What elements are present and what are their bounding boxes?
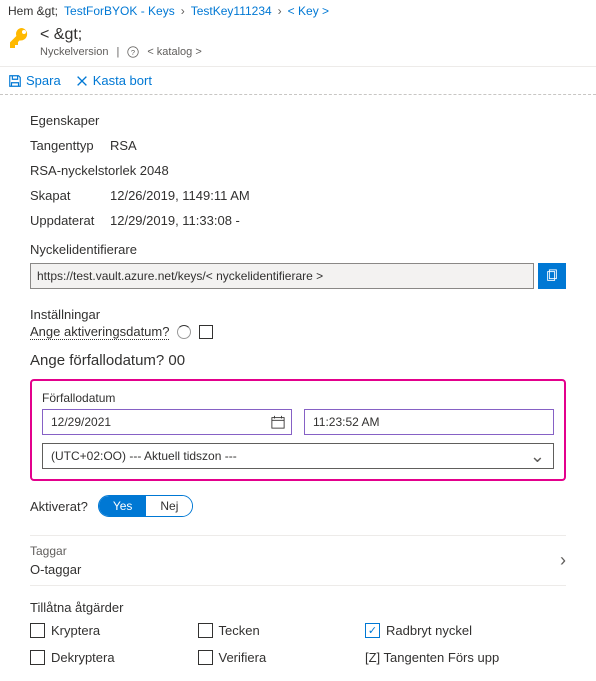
catalog-label: < katalog > (147, 46, 201, 58)
expiration-date-value: 12/29/2021 (43, 415, 265, 429)
created-label: Skapat (30, 188, 110, 203)
keytype-value: RSA (110, 138, 137, 153)
save-label: Spara (26, 73, 61, 88)
enabled-label: Aktiverat? (30, 499, 88, 514)
page-header: < &gt; Nyckelversion | ? < katalog > (0, 22, 596, 66)
tags-row[interactable]: Taggar O-taggar › (30, 535, 566, 586)
save-icon (8, 74, 22, 88)
settings-heading: Inställningar (30, 307, 566, 322)
checkbox-icon (198, 650, 213, 665)
enabled-toggle[interactable]: Yes Nej (98, 495, 194, 517)
expiration-time-value: 11:23:52 AM (305, 415, 553, 429)
expiration-question: Ange förfallodatum? 00 (30, 352, 566, 369)
activation-label: Ange aktiveringsdatum? (30, 324, 169, 340)
breadcrumb-item-2[interactable]: TestKey111234 (191, 4, 272, 18)
calendar-icon[interactable] (265, 409, 291, 435)
expiration-time-input[interactable]: 11:23:52 AM (304, 409, 554, 435)
checkbox-icon (198, 623, 213, 638)
spinner-icon (177, 325, 191, 339)
page-subtitle: Nyckelversion (40, 46, 108, 58)
checkbox-icon (30, 650, 45, 665)
keytype-label: Tangenttyp (30, 138, 110, 153)
checkbox-checked-icon (365, 623, 380, 638)
updated-label: Uppdaterat (30, 213, 110, 228)
updated-value: 12/29/2019, 11:33:08 - (110, 213, 240, 228)
page-title: < &gt; (40, 26, 202, 44)
rsa-size: RSA-nyckelstorlek 2048 (30, 163, 169, 178)
kid-label: Nyckelidentifierare (30, 242, 566, 257)
properties-heading: Egenskaper (30, 113, 566, 128)
svg-text:?: ? (131, 48, 135, 57)
expiration-label: Förfallodatum (42, 391, 554, 405)
expiration-highlight: Förfallodatum 12/29/2021 11:23:52 AM (UT… (30, 379, 566, 481)
key-identifier-input[interactable] (30, 263, 534, 289)
toggle-no: Nej (146, 496, 192, 516)
tags-title: Taggar (30, 544, 81, 558)
op-sign[interactable]: Tecken (198, 623, 366, 638)
toggle-yes: Yes (99, 496, 147, 516)
op-encrypt[interactable]: Kryptera (30, 623, 198, 638)
breadcrumb-item-3[interactable]: < Key > (288, 4, 329, 18)
timezone-select[interactable]: (UTC+02:OO) --- Aktuell tidszon --- ⌄ (42, 443, 554, 469)
op-unwrap[interactable]: [Z] Tangenten Förs upp (365, 650, 566, 665)
copy-button[interactable] (538, 263, 566, 289)
checkbox-icon (30, 623, 45, 638)
toolbar: Spara Kasta bort (0, 66, 596, 95)
chevron-down-icon: ⌄ (530, 446, 545, 467)
copy-icon (545, 269, 559, 283)
created-value: 12/26/2019, 1149:11 AM (110, 188, 250, 203)
chevron-right-icon: › (560, 550, 566, 571)
expiration-date-input[interactable]: 12/29/2021 (42, 409, 292, 435)
discard-button[interactable]: Kasta bort (75, 73, 152, 88)
breadcrumb-home: Hem &gt; (8, 4, 58, 18)
save-button[interactable]: Spara (8, 73, 61, 88)
permitted-ops-heading: Tillåtna åtgärder (30, 600, 566, 615)
info-icon: ? (127, 46, 139, 58)
timezone-value: (UTC+02:OO) --- Aktuell tidszon --- (51, 449, 237, 463)
breadcrumb-item-1[interactable]: TestForBYOK - Keys (64, 4, 175, 18)
op-decrypt[interactable]: Dekryptera (30, 650, 198, 665)
breadcrumb-sep: › (181, 4, 185, 18)
tags-value: O-taggar (30, 562, 81, 577)
key-icon (8, 26, 32, 50)
breadcrumb-sep: › (278, 4, 282, 18)
discard-label: Kasta bort (93, 73, 152, 88)
op-verify[interactable]: Verifiera (198, 650, 366, 665)
close-icon (75, 74, 89, 88)
breadcrumb: Hem &gt; TestForBYOK - Keys › TestKey111… (0, 0, 596, 22)
activation-checkbox[interactable] (199, 325, 213, 339)
op-wrap[interactable]: Radbryt nyckel (365, 623, 566, 638)
